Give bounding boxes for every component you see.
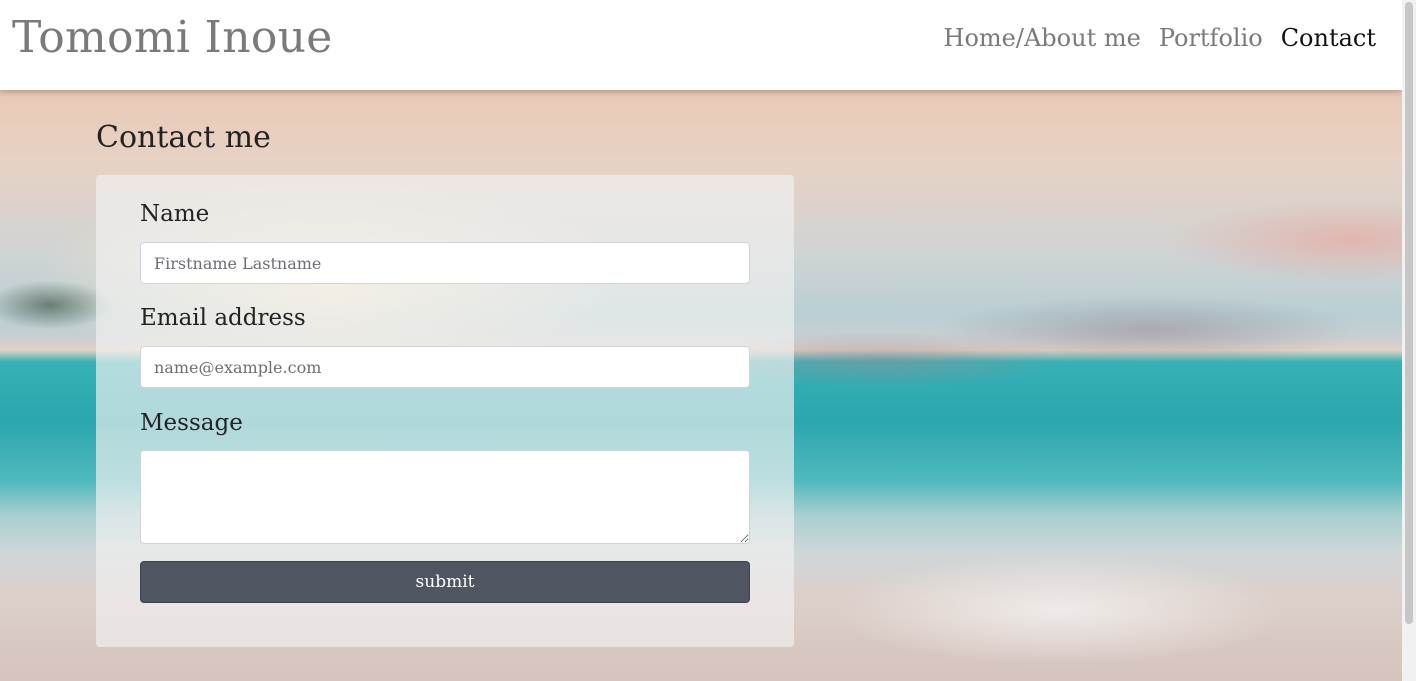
page-title: Contact me [96,120,271,155]
nav-home-about[interactable]: Home/About me [944,24,1141,52]
nav-portfolio[interactable]: Portfolio [1159,24,1263,52]
nav-contact[interactable]: Contact [1281,24,1376,52]
main-nav: Home/About me Portfolio Contact [944,24,1376,52]
submit-button[interactable]: submit [140,561,750,603]
name-input[interactable] [140,242,750,284]
wave-foam [760,520,1402,681]
message-label: Message [140,410,243,436]
scrollbar[interactable] [1402,0,1416,681]
message-textarea[interactable] [140,450,750,544]
email-input[interactable] [140,346,750,388]
navbar: Tomomi Inoue Home/About me Portfolio Con… [0,0,1402,90]
email-label: Email address [140,305,306,331]
name-label: Name [140,201,210,227]
contact-form: Name Email address Message submit [96,175,794,647]
site-brand[interactable]: Tomomi Inoue [12,12,333,63]
scrollbar-thumb[interactable] [1405,2,1413,624]
